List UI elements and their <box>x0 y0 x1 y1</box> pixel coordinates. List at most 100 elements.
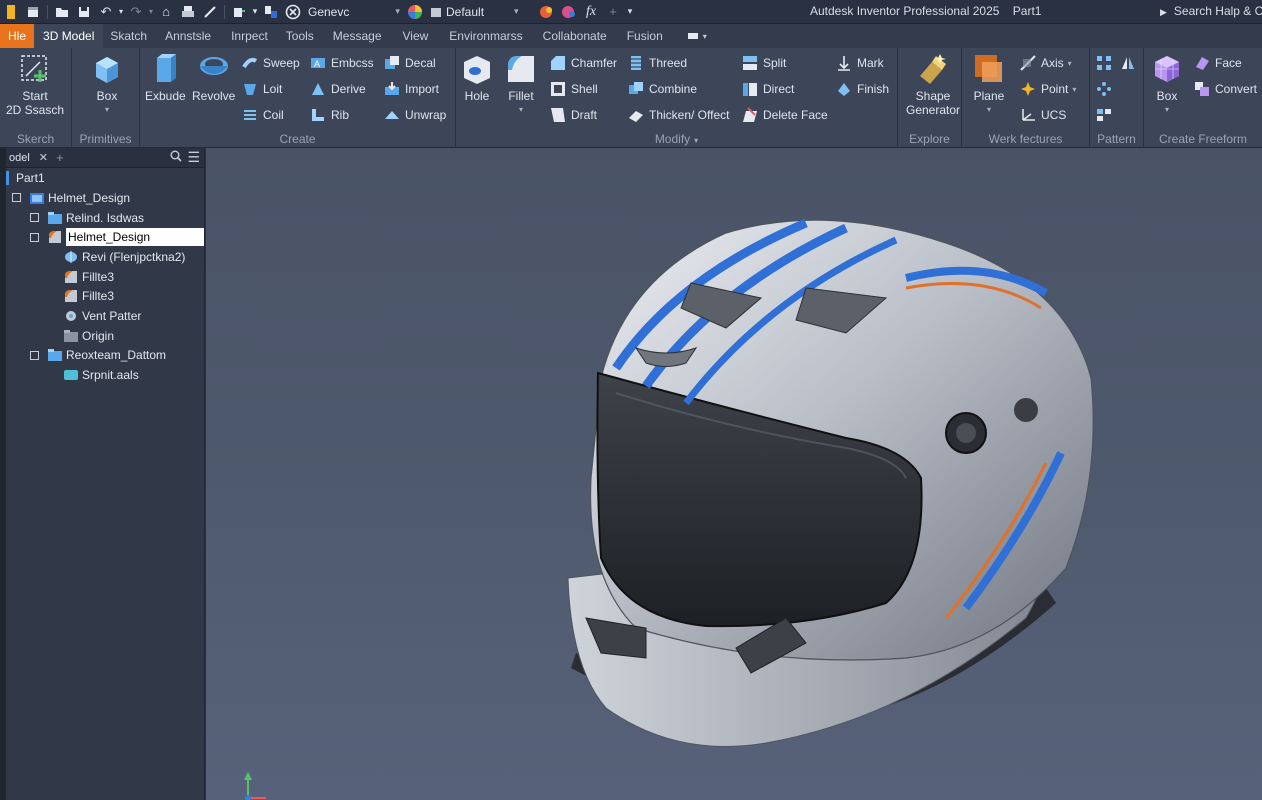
rib-button[interactable]: Rib <box>310 105 349 125</box>
mirror-button[interactable] <box>1120 53 1141 73</box>
select-filter-icon[interactable] <box>260 1 282 23</box>
tree-node[interactable]: Helmet_Design <box>6 188 204 208</box>
fillet-button[interactable]: Fillet ▾ <box>504 52 538 117</box>
shell-button[interactable]: Shell <box>550 79 598 99</box>
appearance-override-icon[interactable] <box>536 1 558 23</box>
tab-view[interactable]: View <box>392 24 440 48</box>
direct-edit-button[interactable]: Direct <box>742 79 794 99</box>
import-button[interactable]: Import <box>384 79 439 99</box>
tree-node[interactable]: Origin <box>6 326 204 346</box>
decal-button[interactable]: Decal <box>384 53 436 73</box>
freeform-convert-button[interactable]: Convert <box>1194 79 1257 99</box>
emboss-button[interactable]: A Embcss <box>310 53 374 73</box>
tab-fusion[interactable]: Fusion <box>617 24 673 48</box>
tab-tools[interactable]: Tools <box>277 24 323 48</box>
tree-node[interactable]: Vent Patter <box>6 306 204 326</box>
home-icon[interactable]: ⌂ <box>155 1 177 23</box>
tree-node[interactable]: Fillte3 <box>6 286 204 306</box>
modify-panel-title[interactable]: Modify ▾ <box>456 132 897 146</box>
close-icon[interactable]: ✕ <box>39 151 48 164</box>
tree-node[interactable]: Relind. Isdwas <box>6 208 204 228</box>
split-button[interactable]: Split <box>742 53 786 73</box>
shape-generator-button[interactable]: Shape Generator <box>906 52 960 117</box>
chamfer-button[interactable]: Chamfer <box>550 53 617 73</box>
appearance-combo[interactable]: Genevc ▾ <box>304 3 404 21</box>
fx-parameters-button[interactable]: fx <box>580 1 602 23</box>
color-wheel-icon[interactable] <box>404 1 426 23</box>
unwrap-button[interactable]: Unwrap <box>384 105 446 125</box>
helmet-model[interactable] <box>206 148 1262 800</box>
ucs-button[interactable]: UCS <box>1020 105 1066 125</box>
expand-toggle[interactable] <box>30 213 39 223</box>
tab-inspect[interactable]: Inrpect <box>222 24 277 48</box>
expand-toggle[interactable] <box>30 232 39 242</box>
sketch-driven-pattern-button[interactable] <box>1096 105 1117 125</box>
tab-file[interactable]: Hle <box>0 24 35 48</box>
customize-dropdown-icon[interactable]: ▾ <box>624 1 636 23</box>
delete-face-button[interactable]: Delete Face <box>742 105 828 125</box>
tab-manage[interactable]: Message <box>323 24 392 48</box>
box-primitive-button[interactable]: Box ▾ <box>90 52 124 117</box>
app-menu-icon[interactable] <box>0 1 22 23</box>
tree-node[interactable]: Revi (Flenjpctkna2) <box>6 247 204 267</box>
material-combo[interactable]: Default ▾ <box>426 3 536 21</box>
add-tab-icon[interactable]: + <box>56 150 64 165</box>
measure-icon[interactable] <box>199 1 221 23</box>
tree-node[interactable]: Srpnit.aals <box>6 365 204 385</box>
axis-button[interactable]: Axis ▾ <box>1020 53 1072 73</box>
clear-appearance-icon[interactable] <box>558 1 580 23</box>
chevron-down-icon: ▾ <box>986 105 991 114</box>
undo-dropdown-icon[interactable]: ▾ <box>117 1 125 23</box>
new-file-icon[interactable] <box>22 1 44 23</box>
plus-icon[interactable]: + <box>602 1 624 23</box>
browser-tree: Helmet_Design Relind. Isdwas Helmet_Design… <box>6 188 204 385</box>
freeform-box-button[interactable]: Box ▾ <box>1150 52 1184 117</box>
start-2d-sketch-button[interactable]: Start 2D Ssasch <box>6 52 64 117</box>
close-icon[interactable] <box>282 1 304 23</box>
hamburger-menu-icon[interactable]: ☰ <box>187 149 200 166</box>
derive-button[interactable]: Derive <box>310 79 366 99</box>
rectangular-pattern-button[interactable] <box>1096 53 1117 73</box>
tab-annotate[interactable]: Annstsle <box>154 24 222 48</box>
save-icon[interactable] <box>73 1 95 23</box>
thicken-offset-button[interactable]: Thicken/ Offect <box>628 105 729 125</box>
tab-3d-model[interactable]: 3D Model <box>34 24 104 48</box>
tree-node[interactable]: Reoxteam_Dattom <box>6 346 204 366</box>
plane-button[interactable]: Plane ▾ <box>972 52 1006 117</box>
loft-button[interactable]: Loit <box>242 79 282 99</box>
thread-button[interactable]: Threed <box>628 53 687 73</box>
update-icon[interactable]: ▾ <box>250 1 260 23</box>
redo-icon[interactable]: ↷ <box>125 1 147 23</box>
expand-toggle[interactable] <box>12 193 21 203</box>
search-help[interactable]: ▶ Search Halp & C <box>1160 4 1262 18</box>
coil-button[interactable]: Coil <box>242 105 284 125</box>
revolve-button[interactable]: Revolve <box>192 52 235 103</box>
part-node[interactable]: Part1 <box>6 168 204 188</box>
mark-button[interactable]: Mark <box>836 53 884 73</box>
draft-button[interactable]: Draft <box>550 105 597 125</box>
graphics-viewport[interactable] <box>206 148 1262 800</box>
search-icon[interactable] <box>170 150 182 165</box>
circular-pattern-button[interactable] <box>1096 79 1117 99</box>
combine-button[interactable]: Combine <box>628 79 697 99</box>
point-button[interactable]: Point ▾ <box>1020 79 1076 99</box>
tree-node[interactable]: Fillte3 <box>6 267 204 287</box>
browser-tab-model[interactable]: odel <box>6 152 33 164</box>
tab-extra-icon[interactable]: ▾ <box>673 24 721 48</box>
sweep-button[interactable]: Sweep <box>242 53 300 73</box>
finish-button[interactable]: Finish <box>836 79 889 99</box>
extrude-button[interactable]: Exbude <box>145 52 186 103</box>
rename-input[interactable]: Helmet_Design <box>66 228 204 247</box>
return-icon[interactable] <box>228 1 250 23</box>
expand-toggle[interactable] <box>30 350 39 360</box>
hole-button[interactable]: Hole <box>460 52 494 103</box>
tab-collaborate[interactable]: Collabonate <box>533 24 617 48</box>
undo-icon[interactable]: ↶ <box>95 1 117 23</box>
tab-sketch[interactable]: Skatch <box>103 24 154 48</box>
open-folder-icon[interactable] <box>51 1 73 23</box>
freeform-face-button[interactable]: Face <box>1194 53 1242 73</box>
print-icon[interactable] <box>177 1 199 23</box>
tree-node[interactable]: Helmet_Design <box>6 227 204 247</box>
redo-dropdown-icon[interactable]: ▾ <box>147 1 155 23</box>
tab-environments[interactable]: Environmarss <box>439 24 532 48</box>
